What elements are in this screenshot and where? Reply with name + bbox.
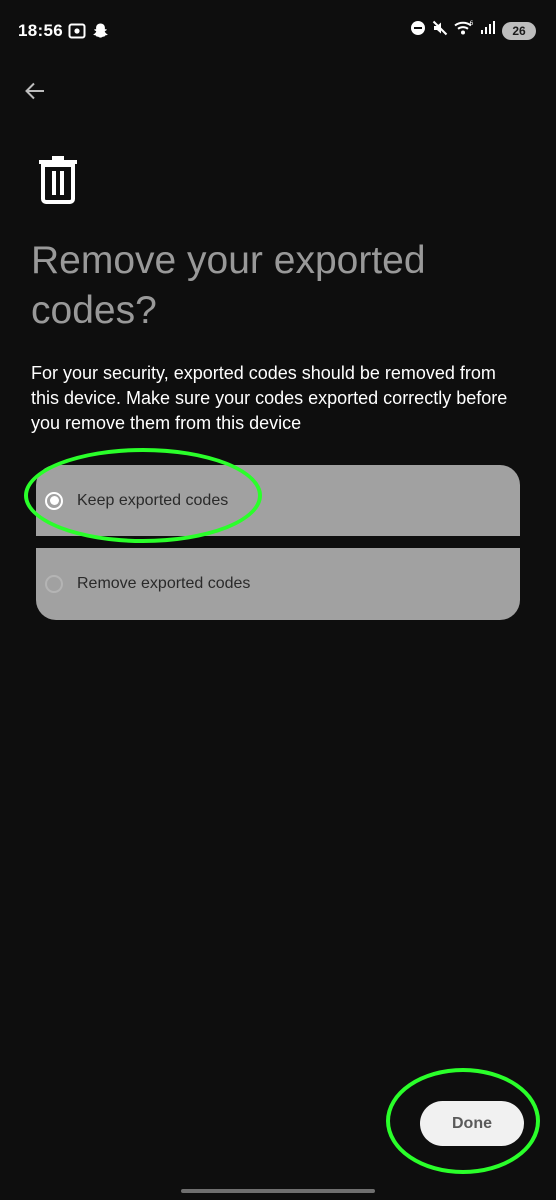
do-not-disturb-icon [410,20,426,41]
signal-icon [480,21,496,40]
screen: 18:56 6 26 Remove your exported codes? F… [0,0,556,1200]
arrow-left-icon [24,80,46,107]
page-title: Remove your exported codes? [31,239,426,332]
radio-selected-icon[interactable] [45,491,63,510]
done-button[interactable]: Done [420,1101,524,1146]
snapchat-icon [92,22,109,44]
battery-icon: 26 [502,21,536,40]
back-button[interactable] [18,76,52,110]
trash-icon [38,156,80,204]
status-bar: 18:56 6 26 [0,0,556,62]
status-left-icons [68,22,109,44]
radio-unselected-icon[interactable] [45,575,63,593]
option-label: Remove exported codes [77,575,251,592]
description-text: For your security, exported codes should… [31,363,508,433]
status-time: 18:56 [18,21,63,40]
home-indicator[interactable] [181,1189,375,1193]
screenshot-icon [68,23,86,44]
battery-level: 26 [512,23,526,38]
option-keep-exported-codes[interactable]: Keep exported codes [36,465,520,536]
option-label: Keep exported codes [77,491,229,509]
status-right-icons: 6 26 [410,20,536,41]
wifi-icon: 6 [454,20,474,41]
svg-text:6: 6 [470,20,474,27]
option-remove-exported-codes[interactable]: Remove exported codes [36,548,520,620]
mute-icon [432,20,448,41]
